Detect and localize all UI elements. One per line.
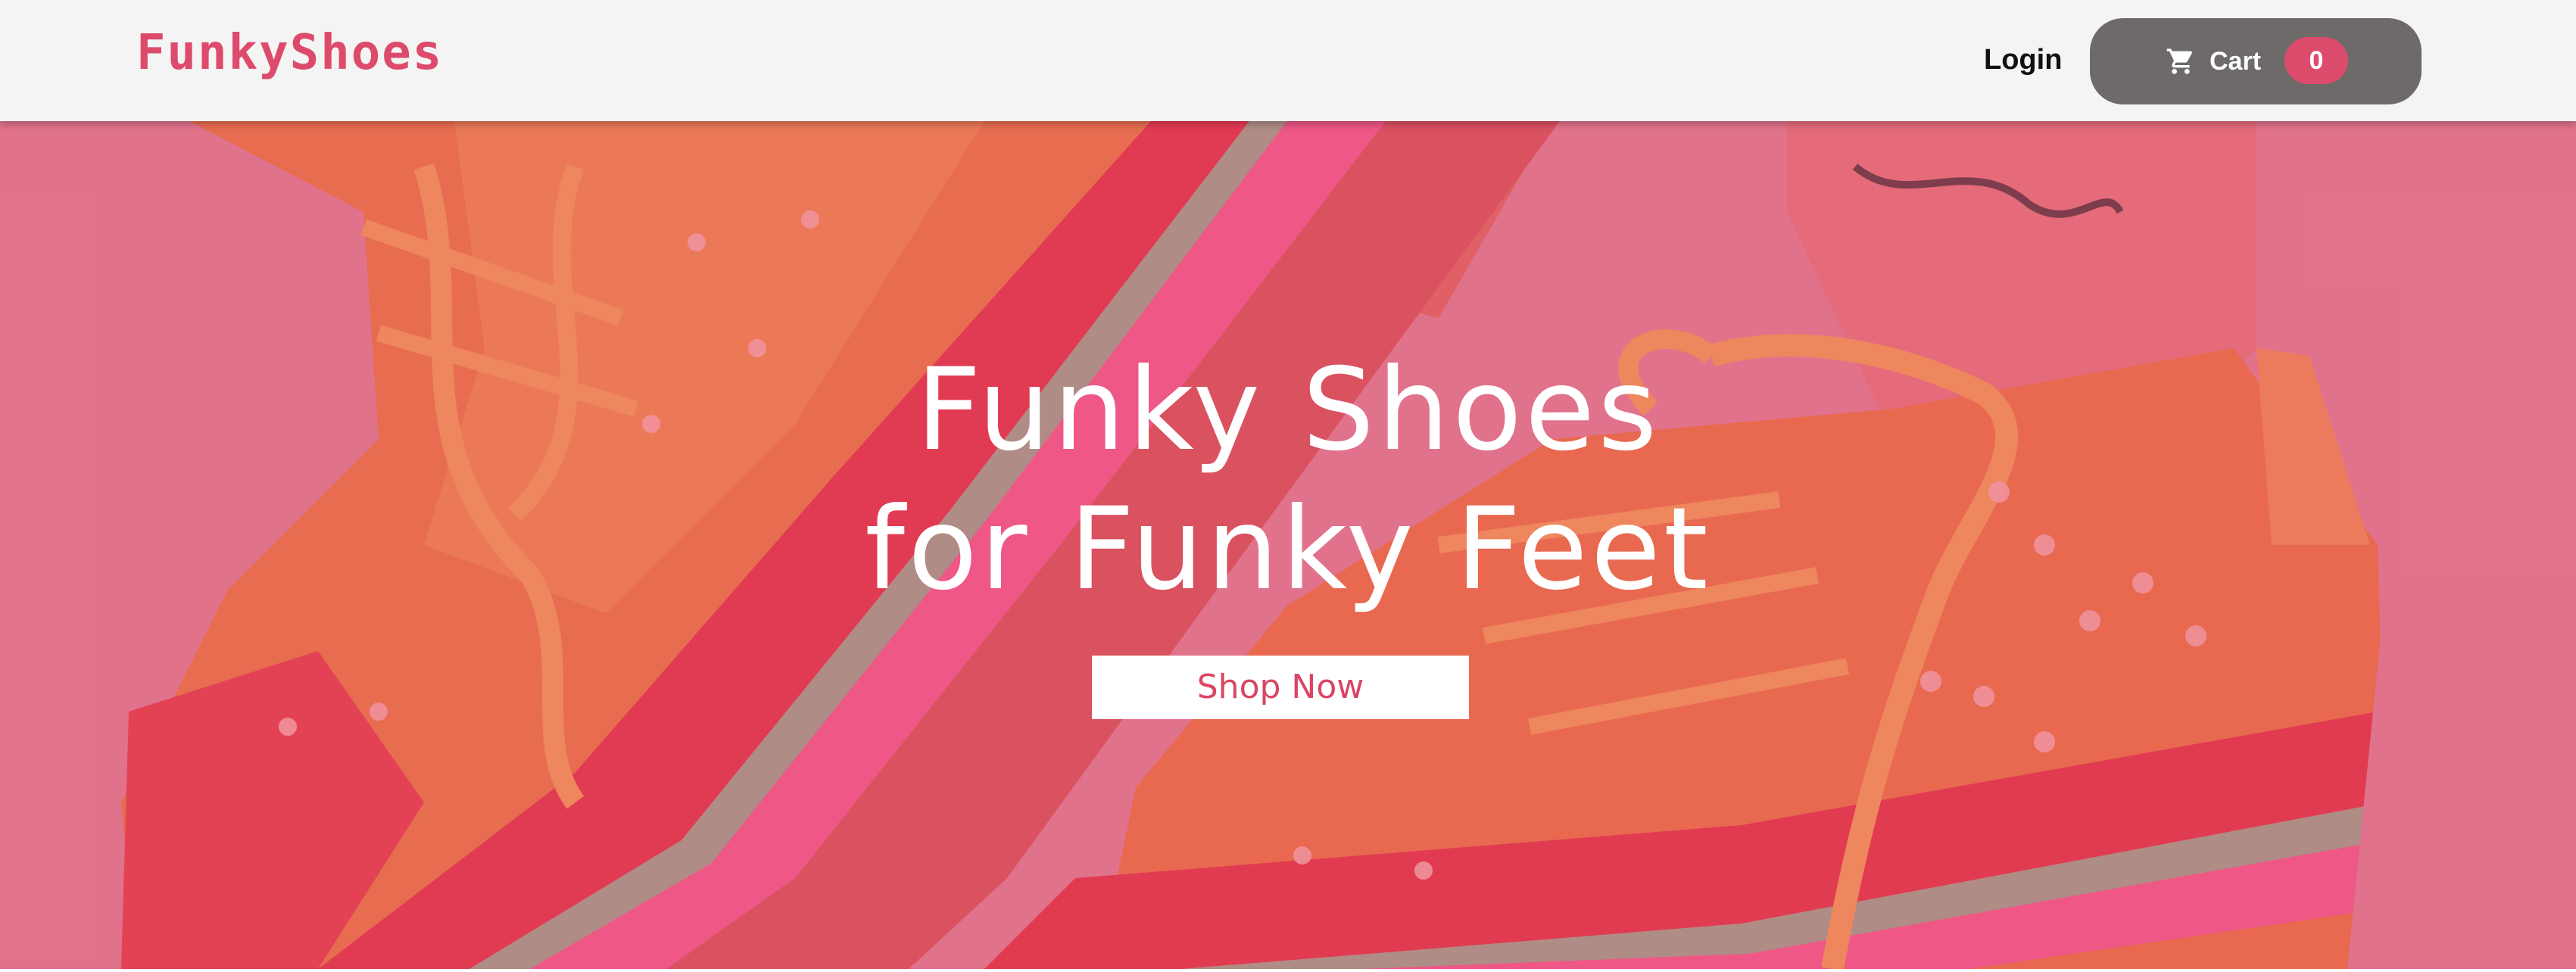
cart-label: Cart — [2210, 47, 2262, 76]
login-link[interactable]: Login — [1984, 39, 2062, 80]
cart-count-badge: 0 — [2284, 37, 2348, 84]
page-bottom-edge — [0, 969, 2576, 972]
top-navbar: FunkyShoes Login Cart 0 — [0, 0, 2576, 121]
shop-now-button[interactable]: Shop Now — [1092, 656, 1469, 719]
hero-banner: Funky Shoes for Funky Feet Shop Now — [0, 121, 2576, 969]
hero-title: Funky Shoes for Funky Feet — [0, 341, 2576, 619]
cart-button[interactable]: Cart 0 — [2090, 18, 2422, 104]
brand-logo[interactable]: FunkyShoes — [136, 23, 443, 83]
hero-title-line-1: Funky Shoes — [915, 344, 1661, 476]
shopping-cart-icon — [2166, 48, 2193, 74]
hero-title-line-2: for Funky Feet — [865, 484, 1711, 615]
